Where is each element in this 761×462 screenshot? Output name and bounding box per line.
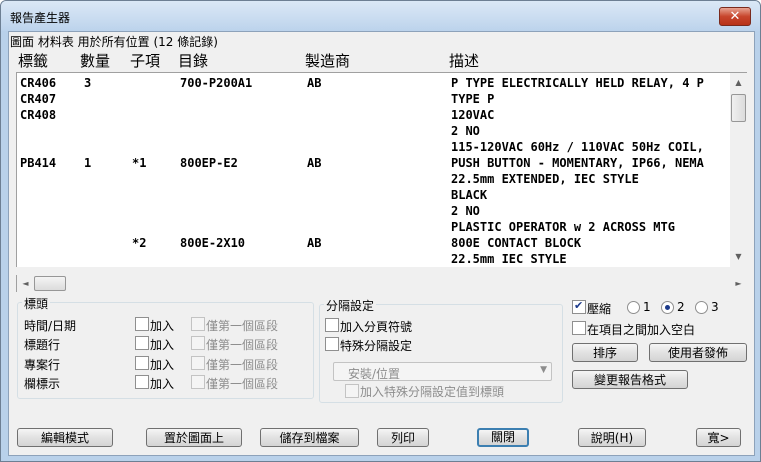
cell-catalog: 800EP-E2	[180, 156, 238, 170]
blank-between-checkbox[interactable]	[572, 321, 586, 335]
special-separator-label[interactable]: 特殊分隔設定	[340, 337, 412, 354]
cell-desc: PLASTIC OPERATOR w 2 ACROSS MTG	[451, 220, 675, 234]
report-rows: CR406 3 700-P200A1 AB P TYPE ELECTRICALLY HE…	[17, 73, 730, 267]
header-label-project-line: 專案行	[24, 358, 61, 372]
print-button[interactable]: 列印	[377, 428, 429, 447]
compress-radio-1-label[interactable]: 1	[643, 300, 651, 314]
place-on-drawing-button[interactable]: 置於圖面上	[146, 428, 242, 447]
column-labels-first-only-label: 僅第一個區段	[206, 377, 279, 391]
column-labels-add-checkbox[interactable]	[135, 375, 149, 389]
horizontal-scroll-thumb[interactable]	[34, 276, 66, 291]
compress-label[interactable]: 壓縮	[587, 300, 611, 317]
title-line-first-only-label: 僅第一個區段	[206, 338, 279, 352]
column-labels-add-label[interactable]: 加入	[150, 375, 174, 392]
project-line-add-checkbox[interactable]	[135, 356, 149, 370]
cell-mfr: AB	[307, 236, 322, 250]
cell-tag: CR407	[20, 92, 57, 106]
special-separator-checkbox[interactable]	[325, 337, 339, 351]
cell-tag: PB414	[20, 156, 57, 170]
compress-radio-3[interactable]	[695, 301, 708, 314]
column-header-manufacturer: 製造商	[305, 52, 351, 70]
report-caption: 圖面 材料表 用於所有位置 (12 條記錄)	[10, 35, 218, 49]
project-line-add-label[interactable]: 加入	[150, 356, 174, 373]
header-group-label: 標頭	[22, 295, 51, 312]
header-label-title-line: 標題行	[24, 338, 61, 352]
title-line-first-only-checkbox	[191, 336, 205, 350]
column-header-subitem: 子項	[130, 52, 161, 70]
cell-desc: P TYPE ELECTRICALLY HELD RELAY, 4 P	[451, 76, 704, 90]
page-break-label[interactable]: 加入分頁符號	[340, 318, 412, 335]
cell-desc: 800E CONTACT BLOCK	[451, 236, 582, 250]
cell-desc: 22.5mm EXTENDED, IEC STYLE	[451, 172, 639, 186]
separator-group-label: 分隔設定	[324, 297, 377, 314]
page-break-checkbox[interactable]	[325, 318, 339, 332]
cell-desc: TYPE P	[451, 92, 495, 106]
save-to-file-button[interactable]: 儲存到檔案	[260, 428, 359, 447]
vertical-scroll-thumb[interactable]	[731, 94, 746, 122]
project-line-first-only-label: 僅第一個區段	[206, 358, 279, 372]
cell-mfr: AB	[307, 156, 322, 170]
project-line-first-only-checkbox	[191, 356, 205, 370]
column-labels-first-only-checkbox	[191, 375, 205, 389]
separator-type-value: 安裝/位置	[348, 367, 401, 381]
sort-button[interactable]: 排序	[572, 343, 638, 362]
compress-checkbox[interactable]	[572, 299, 586, 314]
cell-desc: PUSH BUTTON - MOMENTARY, IP66, NEMA	[451, 156, 704, 170]
column-header-catalog: 目錄	[178, 52, 209, 70]
cell-desc: BLACK	[451, 188, 488, 202]
cell-mfr: AB	[307, 76, 322, 90]
cell-desc: 115-120VAC 60Hz / 110VAC 50Hz COIL,	[451, 140, 704, 154]
datetime-add-label[interactable]: 加入	[150, 317, 174, 334]
change-report-format-button[interactable]: 變更報告格式	[572, 370, 688, 389]
cell-sub: *2	[132, 236, 147, 250]
compress-radio-1[interactable]	[627, 301, 640, 314]
chevron-down-icon: ▼	[540, 365, 547, 375]
cell-desc: 120VAC	[451, 108, 495, 122]
help-button[interactable]: 說明(H)	[578, 428, 646, 447]
cell-tag: CR406	[20, 76, 57, 90]
report-list[interactable]: CR406 3 700-P200A1 AB P TYPE ELECTRICALLY HE…	[16, 72, 747, 267]
cell-desc: 22.5mm IEC STYLE	[451, 252, 567, 266]
title-line-add-checkbox[interactable]	[135, 336, 149, 350]
datetime-first-only-checkbox	[191, 317, 205, 331]
horizontal-scrollbar[interactable]: ◄ ►	[16, 275, 747, 292]
scroll-up-arrow-icon[interactable]: ▲	[730, 75, 747, 91]
compress-radio-3-label[interactable]: 3	[711, 300, 719, 314]
close-window-button[interactable]: ✕	[719, 7, 751, 26]
cell-tag: CR408	[20, 108, 57, 122]
scroll-down-arrow-icon[interactable]: ▼	[730, 249, 747, 265]
add-to-header-label: 加入特殊分隔設定值到標頭	[360, 385, 505, 399]
vertical-scrollbar[interactable]: ▲ ▼	[730, 73, 747, 267]
user-publish-button[interactable]: 使用者發佈	[649, 343, 747, 362]
cell-desc: 2 NO	[451, 124, 480, 138]
edit-mode-button[interactable]: 編輯模式	[17, 428, 113, 447]
add-to-header-checkbox	[345, 384, 359, 398]
datetime-add-checkbox[interactable]	[135, 317, 149, 331]
separator-type-select: 安裝/位置 ▼	[333, 362, 552, 381]
cell-desc: 2 NO	[451, 204, 480, 218]
cell-catalog: 800E-2X10	[180, 236, 246, 250]
column-header-tag: 標籤	[18, 52, 49, 70]
scroll-left-arrow-icon[interactable]: ◄	[17, 276, 34, 292]
column-header-qty: 數量	[80, 52, 111, 70]
title-line-add-label[interactable]: 加入	[150, 336, 174, 353]
cell-catalog: 700-P200A1	[180, 76, 253, 90]
close-button[interactable]: 關閉	[477, 428, 529, 447]
window-title: 報告產生器	[10, 11, 71, 25]
wide-button[interactable]: 寬>	[696, 428, 741, 447]
header-label-column-labels: 欄標示	[24, 377, 61, 391]
compress-radio-2[interactable]	[661, 301, 674, 314]
cell-qty: 3	[84, 76, 92, 90]
title-bar: 報告產生器 ✕	[1, 1, 760, 31]
compress-radio-2-label[interactable]: 2	[677, 300, 685, 314]
column-header-description: 描述	[449, 52, 480, 70]
cell-sub: *1	[132, 156, 147, 170]
blank-between-label[interactable]: 在項目之間加入空白	[587, 321, 695, 338]
cell-qty: 1	[84, 156, 92, 170]
header-label-datetime: 時間/日期	[24, 319, 77, 333]
datetime-first-only-label: 僅第一個區段	[206, 319, 279, 333]
scroll-right-arrow-icon[interactable]: ►	[730, 276, 747, 292]
